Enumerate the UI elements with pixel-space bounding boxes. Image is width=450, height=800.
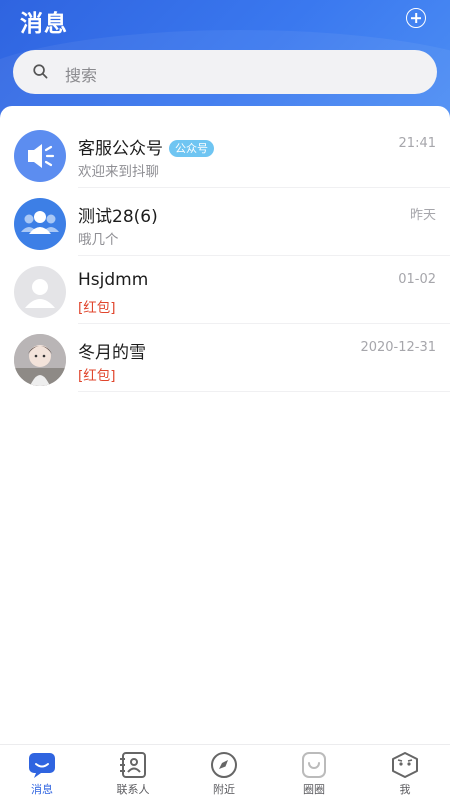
tab-label: 联系人 <box>116 783 150 796</box>
conversation-item-group[interactable]: 测试28(6) 哦几个 昨天 <box>0 188 450 256</box>
conversation-item-hsjdmm[interactable]: Hsjdmm [红包] 01-02 <box>0 256 450 324</box>
conversation-time: 2020-12-31 <box>360 340 436 355</box>
tab-me[interactable]: 我 <box>375 751 435 799</box>
tab-label: 圈圈 <box>303 783 325 796</box>
page-title: 消息 <box>20 11 68 37</box>
bottom-tab-bar: 消息 联系人 附近 圈圈 我 <box>0 744 450 800</box>
conversation-item-service[interactable]: 客服公众号 公众号 欢迎来到抖聊 21:41 <box>0 120 450 188</box>
chat-bubble-icon <box>29 753 55 778</box>
search-icon <box>33 64 48 79</box>
photo-avatar-icon <box>14 334 66 386</box>
conversation-name: 冬月的雪 <box>78 343 146 363</box>
conversation-name: Hsjdmm <box>78 270 149 290</box>
speaker-icon <box>28 144 55 168</box>
conversation-time: 21:41 <box>398 136 436 151</box>
conversation-time: 昨天 <box>409 208 436 223</box>
conversation-preview: [红包] <box>78 368 116 384</box>
add-plus-icon[interactable] <box>406 8 426 28</box>
conversation-name: 客服公众号 公众号 <box>78 134 214 159</box>
avatar <box>14 130 66 182</box>
circle-moments-icon <box>302 752 326 778</box>
conversation-item-dongyue[interactable]: 冬月的雪 [红包] 2020-12-31 <box>0 324 450 392</box>
search-placeholder: 搜索 <box>65 66 98 85</box>
search-input[interactable]: 搜索 <box>13 50 437 94</box>
tab-contacts[interactable]: 联系人 <box>103 751 163 799</box>
tab-label: 附近 <box>213 783 235 796</box>
group-users-icon <box>21 211 59 234</box>
default-user-icon <box>25 279 55 308</box>
conversation-name: 测试28(6) <box>78 207 158 227</box>
tab-messages[interactable]: 消息 <box>12 751 72 799</box>
conversation-time: 01-02 <box>398 272 436 287</box>
face-profile-icon <box>392 752 418 778</box>
conversation-preview: [红包] <box>78 300 116 316</box>
conversation-preview: 哦几个 <box>78 232 119 248</box>
tab-nearby[interactable]: 附近 <box>194 751 254 799</box>
avatar <box>14 198 66 250</box>
tab-moments[interactable]: 圈圈 <box>284 751 344 799</box>
avatar <box>14 266 66 318</box>
tab-label: 消息 <box>31 783 53 796</box>
conversation-preview: 欢迎来到抖聊 <box>78 164 159 180</box>
avatar <box>14 334 66 386</box>
official-account-badge: 公众号 <box>169 140 214 157</box>
contacts-book-icon <box>120 752 146 778</box>
conversation-list: 客服公众号 公众号 欢迎来到抖聊 21:41 测试28(6) 哦几个 昨天 Hs… <box>0 106 450 746</box>
tab-label: 我 <box>399 783 411 796</box>
compass-icon <box>211 752 237 778</box>
divider <box>78 391 450 392</box>
